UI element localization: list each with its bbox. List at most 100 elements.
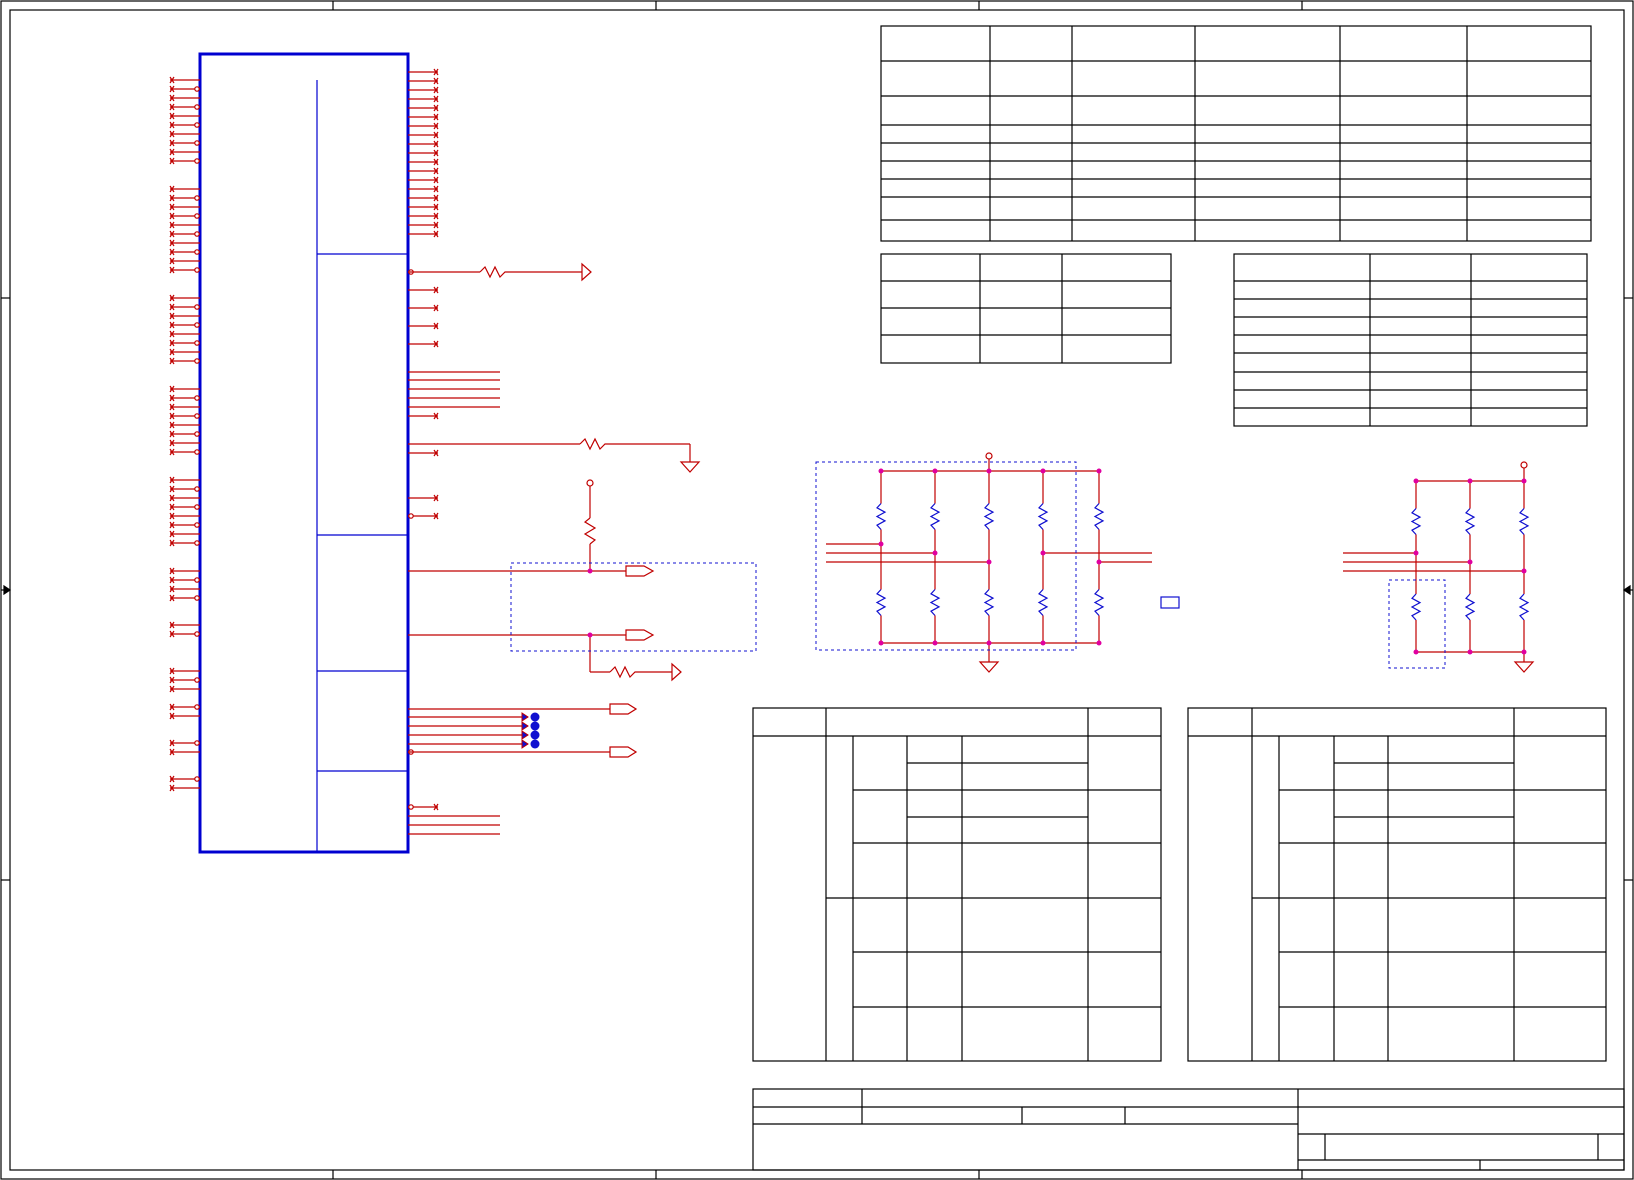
pullup-resistor [1093,503,1105,530]
schematic-sheet [0,0,1634,1180]
pulldown-resistor [1093,589,1105,616]
off-page-connector [625,565,655,577]
inverted-pin-bubble [194,140,200,146]
ground-symbol [581,262,592,282]
inverted-pin-bubble [194,504,200,510]
junction-dot [1040,550,1046,556]
junction-dot [932,468,938,474]
junction-dot [878,468,884,474]
ground-symbol [978,661,1000,673]
resistor-network-left-resistors [875,471,1105,643]
junction-dot [932,550,938,556]
inverted-pin-bubble [194,540,200,546]
resistor-r1 [479,265,530,279]
power-port [1520,461,1528,469]
pulldown-resistor [929,589,941,616]
inverted-pin-bubble [194,677,200,683]
resistor-r2 [579,437,690,451]
small-component [1160,596,1180,609]
table-top [880,25,1592,242]
pullup-resistor [875,503,887,530]
inverted-pin-bubble [194,449,200,455]
ic-left-pins [169,76,200,792]
resistor-network-right-resistors [1410,481,1530,652]
junction-dot [1413,550,1419,556]
pullup-resistor [929,503,941,530]
table-bottom [752,707,1162,1062]
inverted-pin-bubble [408,513,414,519]
inverted-pin-bubble [194,158,200,164]
ground-symbol [671,662,682,682]
junction-dot [932,640,938,646]
pulldown-resistor [1037,589,1049,616]
dashed-group-box [815,461,1077,651]
inverted-pin-bubble [194,577,200,583]
inverted-pin-bubble [194,195,200,201]
inverted-pin-bubble [194,631,200,637]
off-page-connector [609,703,638,715]
junction-dot [1467,649,1473,655]
inverted-pin-bubble [194,122,200,128]
inverted-pin-bubble [408,804,414,810]
inverted-pin-bubble [194,740,200,746]
junction-dot [986,468,992,474]
inverted-pin-bubble [194,104,200,110]
inverted-pin-bubble [194,213,200,219]
resistor-network-right [1343,461,1535,673]
inverted-pin-bubble [194,249,200,255]
inverted-pin-bubble [194,358,200,364]
power-port [985,452,993,460]
inverted-pin-bubble [194,486,200,492]
inverted-pin-bubble [194,704,200,710]
inverted-pin-bubble [194,322,200,328]
junction-dot [878,541,884,547]
junction-dot [1413,649,1419,655]
junction-dot [1096,640,1102,646]
junction-dot [1040,640,1046,646]
inverted-pin-bubble [194,86,200,92]
junction-dot [986,559,992,565]
inverted-pin-bubble [194,395,200,401]
pullup-resistor [1410,508,1422,535]
junction-dot [1521,649,1527,655]
junction-dot [1096,468,1102,474]
junction-dot [1521,478,1527,484]
table-mid-right [1233,253,1588,427]
table-bottom [1187,707,1607,1062]
dashed-group-box [1388,579,1446,669]
junction-dot [1096,559,1102,565]
junction-dot [986,640,992,646]
inverted-pin-bubble [194,595,200,601]
pulldown-resistor [875,589,887,616]
pullup-resistor [1518,508,1530,535]
junction-dot [1040,468,1046,474]
pullup-resistor [1464,508,1476,535]
middle-nets [408,262,701,835]
junction-dot [1467,478,1473,484]
main-ic-symbol [198,52,410,854]
inverted-pin-bubble [194,413,200,419]
pulldown-resistor [1464,593,1476,621]
power-port [586,479,594,487]
test-points [521,712,540,749]
pullup-resistor [1037,503,1049,530]
resistor-r4 [609,665,672,679]
off-page-connector [609,746,638,758]
ic-right-pins [408,68,439,811]
title-block [752,1088,1625,1171]
pulldown-resistor [1410,593,1422,621]
off-page-connector [625,629,655,641]
junction-dot [587,632,593,638]
inverted-pin-bubble [194,304,200,310]
junction-dot [1467,559,1473,565]
inverted-pin-bubble [194,231,200,237]
junction-dot [878,640,884,646]
ground-symbol [679,461,701,473]
resistor-r3 [583,517,597,545]
pullup-resistor [983,503,995,530]
ground-symbol [1513,661,1535,673]
inverted-pin-bubble [194,267,200,273]
inverted-pin-bubble [194,522,200,528]
inverted-pin-bubble [194,776,200,782]
pulldown-resistor [1518,593,1530,621]
